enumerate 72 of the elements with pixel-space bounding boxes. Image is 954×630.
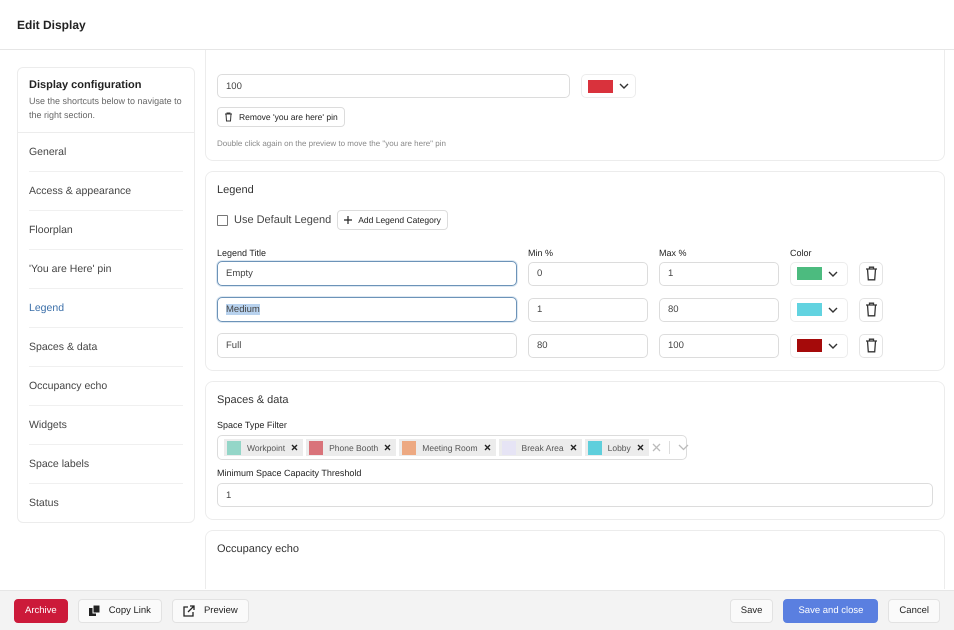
remove-icon[interactable] xyxy=(484,444,491,451)
tag-label: Workpoint xyxy=(247,442,286,452)
column-header: Max % xyxy=(659,248,688,258)
chevron-down-icon xyxy=(619,83,629,89)
remove-icon[interactable] xyxy=(384,444,392,451)
section-title: Spaces & data xyxy=(217,394,290,406)
column-header: Color xyxy=(790,248,813,258)
remove-icon[interactable] xyxy=(570,444,577,451)
trash-icon xyxy=(864,338,878,353)
legend-title-field[interactable]: Full xyxy=(217,333,517,358)
field-label: Space Type Filter xyxy=(217,420,288,430)
copy-icon xyxy=(88,605,100,616)
max-percent-field[interactable]: 100 xyxy=(659,334,779,358)
sidebar-item[interactable]: Access & appearance xyxy=(29,172,183,211)
archive-button[interactable]: Archive xyxy=(14,598,68,622)
max-percent-field[interactable]: 80 xyxy=(659,298,779,322)
min-percent-field[interactable]: 80 xyxy=(528,334,648,358)
trash-icon xyxy=(864,266,878,281)
capacity-field[interactable]: 1 xyxy=(217,483,933,507)
copy-link-button[interactable]: Copy Link xyxy=(78,598,162,622)
sidebar-subtitle: Use the shortcuts below to navigate to the right section. xyxy=(29,95,183,122)
pin-size-field[interactable]: 100 xyxy=(217,74,570,98)
sidebar-item[interactable]: Status xyxy=(29,484,183,522)
sidebar-title: Display configuration xyxy=(29,79,142,91)
color-picker[interactable] xyxy=(790,334,848,358)
tag-label: Meeting Room xyxy=(422,442,478,452)
legend-title-field[interactable]: Medium xyxy=(217,297,517,322)
remove-icon[interactable] xyxy=(636,444,644,451)
remove-icon[interactable] xyxy=(291,444,298,451)
sidebar-item[interactable]: Floorplan xyxy=(29,211,183,250)
color-picker[interactable] xyxy=(790,262,848,286)
field-label: Minimum Space Capacity Threshold xyxy=(217,468,362,478)
sidebar-item[interactable]: Legend xyxy=(29,289,183,328)
plus-icon xyxy=(344,216,352,224)
trash-icon xyxy=(864,302,878,317)
delete-button[interactable] xyxy=(859,262,883,286)
sidebar-item[interactable]: General xyxy=(29,133,183,172)
chevron-down-icon xyxy=(828,306,838,312)
chevron-down-icon xyxy=(828,270,838,276)
delete-button[interactable] xyxy=(859,298,883,322)
min-percent-field[interactable]: 1 xyxy=(528,298,648,322)
legend-title-field[interactable]: Empty xyxy=(217,261,517,286)
window-title: Edit Display xyxy=(17,18,86,32)
column-header: Min % xyxy=(528,248,554,258)
min-percent-field[interactable]: 0 xyxy=(528,262,648,286)
delete-button[interactable] xyxy=(859,334,883,358)
sidebar-item[interactable]: Occupancy echo xyxy=(29,367,183,406)
sidebar-item[interactable]: Spaces & data xyxy=(29,328,183,367)
cancel-button[interactable]: Cancel xyxy=(888,598,940,622)
trash-icon xyxy=(224,112,233,122)
tag-label: Break Area xyxy=(522,442,564,452)
add-legend-category-button[interactable]: Add Legend Category xyxy=(337,210,448,230)
tag-label: Lobby xyxy=(608,442,631,452)
sidebar-item[interactable]: Space labels xyxy=(29,445,183,484)
sidebar-item[interactable]: 'You are Here' pin xyxy=(29,250,183,289)
checkbox[interactable] xyxy=(217,214,228,226)
section-title: Occupancy echo xyxy=(217,543,300,555)
section-title: Legend xyxy=(217,184,255,196)
chevron-down-icon xyxy=(828,342,838,348)
external-link-icon xyxy=(182,604,195,616)
pin-color-picker[interactable] xyxy=(581,74,636,98)
save-button[interactable]: Save xyxy=(730,598,774,622)
save-and-close-button[interactable]: Save and close xyxy=(783,598,878,622)
column-header: Legend Title xyxy=(217,248,268,258)
sidebar-item[interactable]: Widgets xyxy=(29,406,183,445)
remove-pin-button[interactable]: Remove 'you are here' pin xyxy=(217,107,345,127)
max-percent-field[interactable]: 1 xyxy=(659,262,779,286)
color-picker[interactable] xyxy=(790,298,848,322)
tag-label: Phone Booth xyxy=(329,442,378,452)
preview-button[interactable]: Preview xyxy=(172,598,249,622)
hint-text: Double click again on the preview to move the "you are here" pin xyxy=(217,139,447,148)
space-type-select[interactable]: Workpoint Phone Booth Meeting Room Break Area Lobby xyxy=(217,435,687,460)
